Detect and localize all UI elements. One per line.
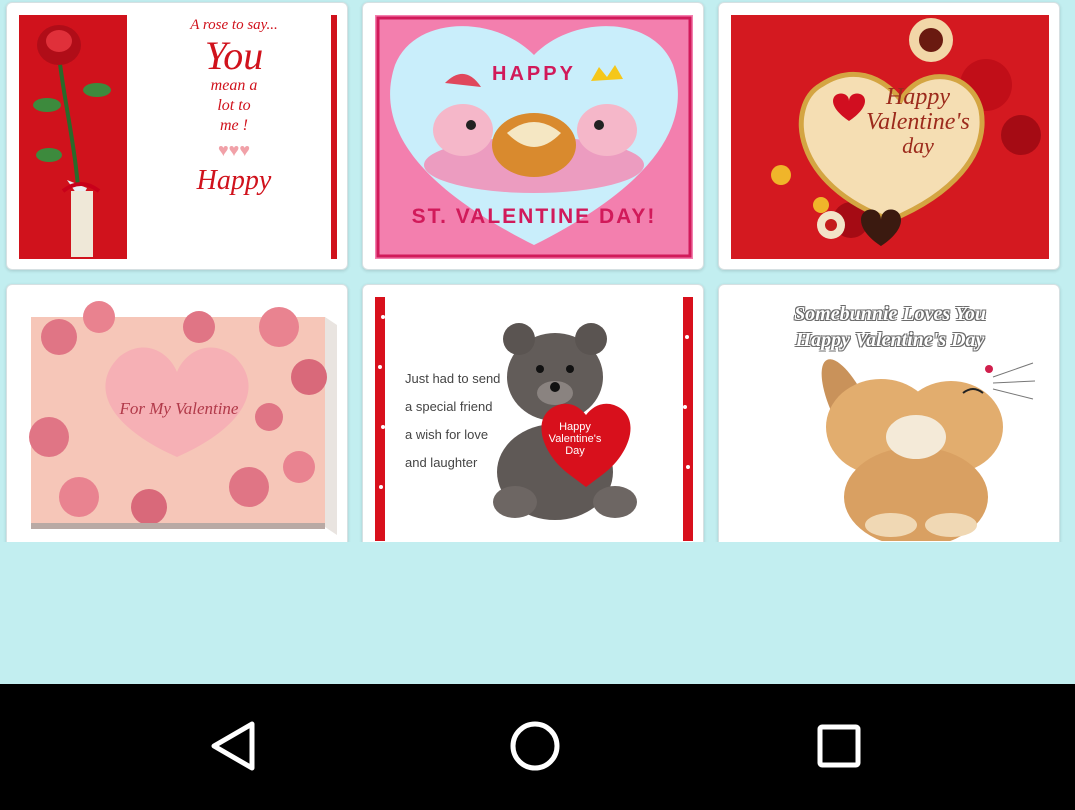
small-hearts: ♥♥♥ [217,140,251,160]
card-teddy-bear[interactable]: Just had to send a special friend a wish… [362,284,704,542]
card-image: For My Valentine [19,297,337,541]
recents-square-icon [817,724,861,768]
teddy-card-text: Just had to send a special friend a wish… [405,371,501,470]
bunny-card-text: Somebunnie Loves You Happy Valentine's D… [794,303,986,351]
navigation-bar [0,684,1075,810]
card-heading: For My Valentine [119,399,239,418]
back-triangle-icon [211,721,255,771]
card-image: HAPPY ST. VALENTINE DAY! [375,15,693,259]
card-image: Happy Valentine's day [731,15,1049,259]
card-heading: HAPPY [492,63,576,85]
card-image: Somebunnie Loves You Happy Valentine's D… [731,297,1049,541]
card-subheading: ST. VALENTINE DAY! [411,205,657,228]
card-rose[interactable]: A rose to say... You mean a lot to me ! … [6,2,348,270]
golden-heart-text: Happy Valentine's day [866,84,970,158]
card-happy-st-valentine[interactable]: HAPPY ST. VALENTINE DAY! [362,2,704,270]
heart-text: Happy Valentine's Day [548,421,602,457]
card-golden-heart[interactable]: Happy Valentine's day [718,2,1060,270]
home-button[interactable] [490,714,580,778]
recents-button[interactable] [794,714,884,778]
rose-card-text: A rose to say... You mean a lot to me ! … [134,15,334,197]
card-image: Just had to send a special friend a wish… [375,297,693,541]
back-button[interactable] [190,714,280,778]
card-bunny[interactable]: Somebunnie Loves You Happy Valentine's D… [718,284,1060,542]
card-grid: A rose to say... You mean a lot to me ! … [0,0,1075,542]
card-image: A rose to say... You mean a lot to me ! … [19,15,337,259]
card-roses-valentine[interactable]: For My Valentine [6,284,348,542]
home-circle-icon [510,721,560,771]
